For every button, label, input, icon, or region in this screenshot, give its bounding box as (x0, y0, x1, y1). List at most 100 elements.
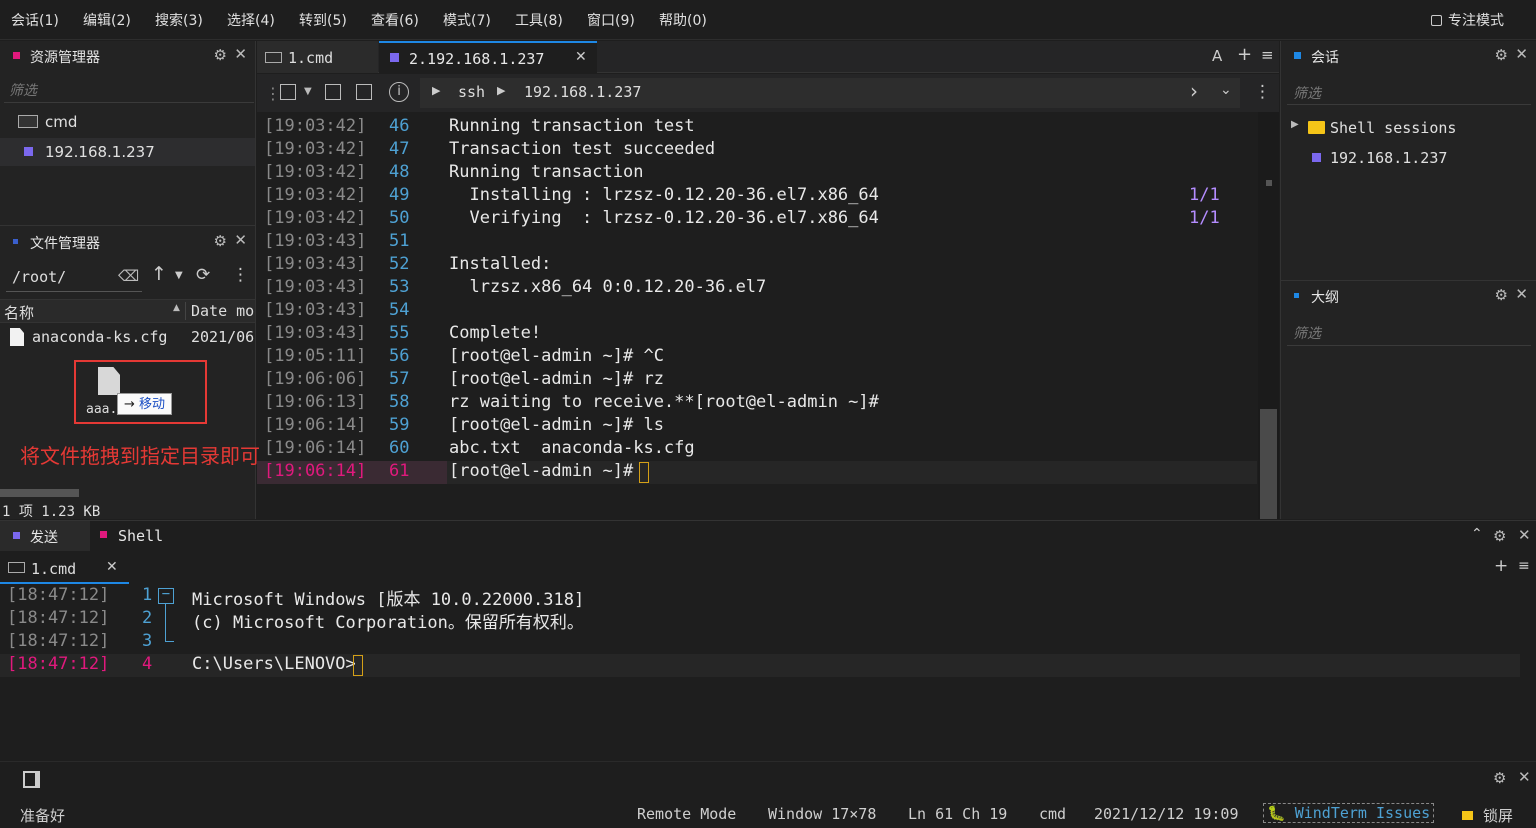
scrollbar-thumb[interactable] (1260, 409, 1277, 519)
chevron-right-icon: ▶ (1291, 119, 1299, 130)
line-timestamp: [19:03:42] (264, 208, 367, 228)
duplicate-icon[interactable] (356, 84, 372, 100)
divider (6, 291, 142, 292)
info-icon[interactable]: i (389, 82, 409, 102)
line-number: 4 (142, 654, 153, 674)
line-text: Running transaction test (449, 116, 695, 136)
close-icon[interactable]: ✕ (1518, 768, 1531, 786)
menu-search[interactable]: 搜索(3) (155, 10, 203, 30)
gear-icon[interactable]: ⚙ (1495, 286, 1508, 304)
status-cursor-pos[interactable]: Ln 61 Ch 19 (908, 805, 1007, 823)
chevron-down-icon[interactable]: ▼ (175, 270, 183, 281)
vertical-scrollbar[interactable] (1258, 112, 1279, 519)
menu-icon[interactable]: ≡ (1261, 46, 1274, 64)
menu-view[interactable]: 查看(6) (371, 10, 419, 30)
menu-window[interactable]: 窗口(9) (587, 10, 635, 30)
outline-filter-input[interactable]: 筛选 (1293, 323, 1321, 343)
play-icon: ▶ (432, 84, 441, 97)
status-shell[interactable]: cmd (1039, 805, 1066, 823)
status-mode[interactable]: Remote Mode (637, 805, 736, 823)
tab-send[interactable]: 发送 (0, 521, 90, 551)
close-icon[interactable]: ✕ (575, 49, 587, 65)
resource-filter-input[interactable]: 筛选 (9, 80, 37, 100)
line-timestamp: [19:06:06] (264, 369, 367, 389)
tab-1-cmd[interactable]: 1.cmd (257, 41, 378, 73)
split-icon[interactable] (325, 84, 341, 100)
address-bar[interactable]: ▶ ssh ▶ 192.168.1.237 › ⌄ (420, 78, 1240, 108)
menu-help[interactable]: 帮助(0) (659, 10, 707, 30)
font-button[interactable]: A (1212, 47, 1222, 65)
fold-icon[interactable]: − (158, 587, 174, 604)
horizontal-scrollbar[interactable] (0, 489, 79, 497)
session-item[interactable]: 192.168.1.237 (1281, 145, 1536, 171)
gear-icon[interactable]: ⚙ (214, 46, 227, 64)
subtab-1-cmd[interactable]: 1.cmd ✕ (0, 554, 129, 584)
drag-handle-icon[interactable]: ⋮ (265, 84, 281, 103)
close-icon[interactable]: ✕ (1515, 285, 1528, 303)
menu-select[interactable]: 选择(4) (227, 10, 275, 30)
windterm-issues-link[interactable]: 🐛 WindTerm Issues (1263, 803, 1435, 823)
line-timestamp: [19:03:42] (264, 185, 367, 205)
gear-icon[interactable]: ⚙ (1495, 46, 1508, 64)
chevron-up-icon[interactable]: ⌃ (1471, 526, 1483, 542)
gear-icon[interactable]: ⚙ (1493, 527, 1506, 545)
focus-icon (1431, 15, 1442, 26)
outline-panel-header: 大纲 ⚙ ✕ (1281, 281, 1536, 311)
terminal-output[interactable]: [19:03:42] 46 Running transaction test [19:… (257, 112, 1279, 519)
add-tab-icon[interactable]: + (1237, 44, 1252, 65)
menu-edit[interactable]: 编辑(2) (83, 10, 131, 30)
line-number: 47 (389, 139, 410, 159)
status-window-size[interactable]: Window 17×78 (768, 805, 876, 823)
gear-icon[interactable]: ⚙ (214, 232, 227, 250)
col-date[interactable]: Date mo (185, 302, 255, 320)
new-tab-icon[interactable] (280, 84, 296, 100)
close-icon[interactable]: ✕ (1515, 45, 1528, 63)
file-name: anaconda-ks.cfg (32, 328, 168, 346)
chevron-down-icon[interactable]: ⌄ (1220, 82, 1232, 98)
session-filter-input[interactable]: 筛选 (1293, 83, 1321, 103)
resource-item-host[interactable]: 192.168.1.237 (0, 138, 255, 166)
right-sidebar: 会话 ⚙ ✕ 筛选 ▶ Shell sessions 192.168.1.237… (1280, 41, 1536, 519)
path-input[interactable]: /root/ (12, 268, 66, 286)
menu-session[interactable]: 会话(1) (11, 10, 59, 30)
close-icon[interactable]: ✕ (234, 231, 247, 249)
terminal-line: [19:05:11] 56 [root@el-admin ~]# ^C (257, 346, 1257, 369)
resource-item-cmd[interactable]: cmd (0, 108, 255, 136)
chevron-right-icon[interactable]: › (1190, 79, 1198, 103)
more-icon[interactable]: ⋮ (232, 265, 249, 285)
panel-toggle-icon[interactable] (23, 771, 40, 788)
status-datetime: 2021/12/12 19:09 (1094, 805, 1239, 823)
up-arrow-icon[interactable]: ↑ (151, 263, 167, 285)
focus-mode-button[interactable]: 专注模式 (1431, 10, 1504, 30)
close-icon[interactable]: ✕ (1518, 526, 1531, 544)
session-panel-header: 会话 ⚙ ✕ (1281, 41, 1536, 71)
close-icon[interactable]: ✕ (234, 45, 247, 63)
close-icon[interactable]: ✕ (106, 559, 118, 575)
lock-screen-button[interactable]: 锁屏 (1483, 805, 1513, 826)
tab-2-ssh[interactable]: 2.192.168.1.237 ✕ (379, 41, 597, 73)
session-panel-title: 会话 (1311, 50, 1339, 66)
add-tab-icon[interactable]: + (1494, 556, 1508, 576)
col-name[interactable]: 名称 (4, 302, 34, 323)
file-row[interactable]: anaconda-ks.cfg 2021/06 (0, 325, 255, 351)
menu-goto[interactable]: 转到(5) (299, 10, 347, 30)
more-icon[interactable]: ⋮ (1254, 82, 1271, 102)
menu-tools[interactable]: 工具(8) (515, 10, 563, 30)
menu-icon[interactable]: ≡ (1518, 558, 1530, 574)
session-group[interactable]: ▶ Shell sessions (1281, 115, 1536, 141)
line-text: lrzsz.x86_64 0:0.12.20-36.el7 (449, 277, 767, 297)
line-timestamp: [19:03:43] (264, 300, 367, 320)
refresh-icon[interactable]: ⟳ (196, 265, 210, 285)
tab-shell[interactable]: Shell (90, 521, 180, 551)
session-icon (390, 53, 399, 62)
shell-output[interactable]: [18:47:12] 1 Microsoft Windows [版本 10.0.22… (0, 585, 1536, 705)
resource-item-label: cmd (45, 113, 78, 131)
divider (4, 102, 254, 103)
terminal-line: [19:06:13] 58 rz waiting to receive.**[roo… (257, 392, 1257, 415)
clear-icon[interactable]: ⌫ (118, 267, 139, 285)
terminal-line: [19:03:43] 54 (257, 300, 1257, 323)
gear-icon[interactable]: ⚙ (1493, 769, 1506, 787)
line-text: Complete! (449, 323, 542, 343)
chevron-down-icon[interactable]: ▼ (304, 86, 312, 97)
menu-mode[interactable]: 模式(7) (443, 10, 491, 30)
